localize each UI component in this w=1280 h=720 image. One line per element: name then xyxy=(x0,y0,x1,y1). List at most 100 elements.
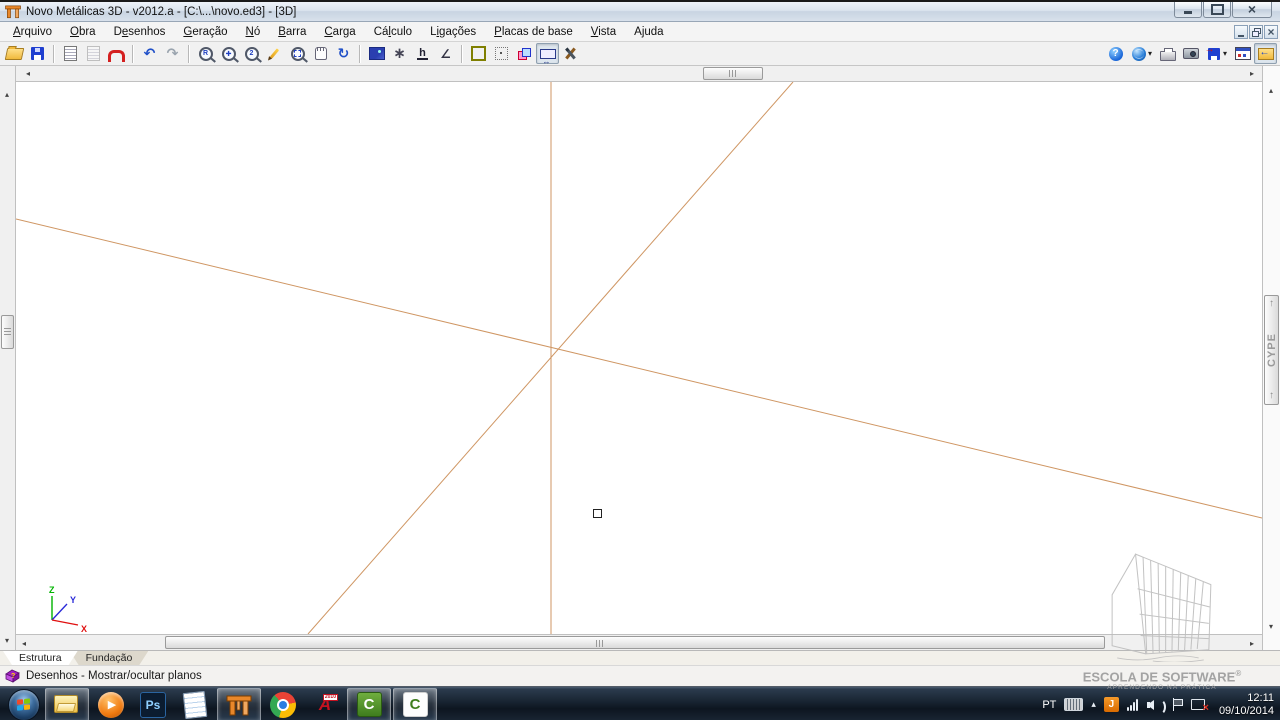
menu-placas-de-base[interactable]: Placas de base xyxy=(485,24,582,40)
taskbar-camtasia-studio-button[interactable]: C xyxy=(393,688,437,720)
close-icon xyxy=(1248,1,1256,19)
snap-button[interactable] xyxy=(105,43,128,64)
scroll-left-arrow[interactable] xyxy=(18,637,30,649)
language-indicator[interactable]: PT xyxy=(1042,699,1056,711)
help-button[interactable] xyxy=(1104,43,1127,64)
show-dimensions-button[interactable] xyxy=(536,43,559,64)
menu-no[interactable]: Nó xyxy=(237,24,270,40)
zoom-previous-button[interactable]: 2 xyxy=(240,43,263,64)
undo-button[interactable] xyxy=(138,43,161,64)
pan-button[interactable] xyxy=(309,43,332,64)
menu-geracao[interactable]: Geração xyxy=(174,24,236,40)
java-update-icon[interactable]: J xyxy=(1104,697,1119,712)
nodes-icon xyxy=(393,46,406,62)
menu-carga[interactable]: Carga xyxy=(315,24,364,40)
menu-barra[interactable]: Barra xyxy=(269,24,315,40)
tab-fundacao[interactable]: Fundação xyxy=(70,651,149,665)
system-tray: PT J 12:11 09/10/2014 xyxy=(1038,687,1280,720)
background-image-button[interactable] xyxy=(365,43,388,64)
scroll-down-arrow[interactable] xyxy=(1,634,13,646)
scroll-up-arrow[interactable] xyxy=(1,88,13,100)
redo-button[interactable] xyxy=(161,43,184,64)
menu-calculo[interactable]: Cálculo xyxy=(365,24,421,40)
toolbar-separator xyxy=(53,45,55,63)
save-button[interactable] xyxy=(26,43,49,64)
window-config-button[interactable] xyxy=(1231,43,1254,64)
redraw-button[interactable]: R xyxy=(194,43,217,64)
menu-desenhos[interactable]: Desenhos xyxy=(105,24,175,40)
notepad-icon xyxy=(183,690,208,718)
cype-scroll-thumb[interactable]: CYPE xyxy=(1264,295,1279,405)
online-services-button[interactable] xyxy=(1127,43,1150,64)
tools-button[interactable] xyxy=(559,43,582,64)
pencil-icon xyxy=(270,48,279,58)
redraw-icon: R xyxy=(199,47,213,61)
scroll-right-arrow[interactable] xyxy=(1246,637,1258,649)
close-button[interactable] xyxy=(1232,2,1272,18)
toolbar: R ✚ 2 xyxy=(0,42,1280,66)
scroll-down-arrow[interactable] xyxy=(1265,620,1277,632)
export-button[interactable] xyxy=(1202,43,1225,64)
action-center-flag-icon[interactable] xyxy=(1171,698,1183,712)
zoom-all-button[interactable]: ✚ xyxy=(217,43,240,64)
mdi-restore-button[interactable] xyxy=(1249,25,1263,39)
window-title: Novo Metálicas 3D - v2012.a - [C:\...\no… xyxy=(26,6,296,18)
taskbar-photoshop-button[interactable]: Ps xyxy=(133,688,173,720)
scroll-right-arrow[interactable] xyxy=(1246,67,1258,79)
menu-arquivo[interactable]: Arquivo xyxy=(4,24,61,40)
taskbar-chrome-button[interactable] xyxy=(263,688,303,720)
levels-button[interactable] xyxy=(411,43,434,64)
capture-button[interactable] xyxy=(1179,43,1202,64)
plane-outline-button[interactable] xyxy=(467,43,490,64)
nodes-button[interactable] xyxy=(388,43,411,64)
zoom-window-button[interactable] xyxy=(286,43,309,64)
scroll-left-arrow[interactable] xyxy=(22,67,34,79)
panel-toggle-button[interactable] xyxy=(1254,43,1277,64)
signal-strength-icon[interactable] xyxy=(1127,699,1139,711)
edit-button[interactable] xyxy=(263,43,286,64)
import-dxf-button[interactable] xyxy=(59,43,82,64)
volume-icon[interactable] xyxy=(1147,698,1163,712)
thumb-grip xyxy=(729,70,737,77)
taskbar-camtasia-recorder-button[interactable]: C xyxy=(347,688,391,720)
taskbar-metalicas3d-button[interactable] xyxy=(217,688,261,720)
maximize-button[interactable] xyxy=(1203,2,1231,18)
mdi-close-button[interactable] xyxy=(1264,25,1278,39)
layers-button[interactable] xyxy=(513,43,536,64)
scroll-up-arrow[interactable] xyxy=(1265,84,1277,96)
left-rotation-thumb[interactable] xyxy=(1,315,14,349)
mdi-minimize-button[interactable] xyxy=(1234,25,1248,39)
taskbar-media-player-button[interactable] xyxy=(91,688,131,720)
taskbar-autocad-button[interactable]: A2010 xyxy=(305,688,345,720)
tab-estrutura[interactable]: Estrutura xyxy=(3,651,78,665)
rotate-view-button[interactable] xyxy=(332,43,355,64)
thumb-grip xyxy=(596,640,604,647)
menu-obra[interactable]: Obra xyxy=(61,24,105,40)
start-button[interactable] xyxy=(4,688,44,720)
taskbar-notepad-button[interactable] xyxy=(175,688,215,720)
print-button[interactable] xyxy=(1156,43,1179,64)
reference-plane-button[interactable] xyxy=(490,43,513,64)
bottom-scroll-thumb[interactable] xyxy=(165,636,1105,649)
show-hidden-icons-button[interactable] xyxy=(1091,699,1096,710)
right-scrollbar[interactable]: CYPE xyxy=(1262,66,1280,650)
menu-vista[interactable]: Vista xyxy=(582,24,625,40)
left-rotation-bar[interactable] xyxy=(0,66,16,650)
bottom-scrollbar[interactable] xyxy=(16,634,1262,650)
export-dxf-button[interactable] xyxy=(82,43,105,64)
camtasia-studio-icon: C xyxy=(403,692,428,717)
network-disconnected-icon[interactable] xyxy=(1191,698,1209,712)
3d-viewport[interactable]: ZYX xyxy=(16,82,1262,634)
top-rotation-thumb[interactable] xyxy=(703,67,763,80)
taskbar-explorer-button[interactable] xyxy=(45,688,89,720)
keyboard-icon[interactable] xyxy=(1064,698,1083,711)
square-outline-icon xyxy=(471,46,486,61)
media-player-icon xyxy=(98,692,124,718)
menu-ligacoes[interactable]: Ligações xyxy=(421,24,485,40)
top-rotation-bar[interactable] xyxy=(16,66,1262,82)
dimension-button[interactable] xyxy=(434,43,457,64)
taskbar-clock[interactable]: 12:11 09/10/2014 xyxy=(1219,692,1274,718)
open-button[interactable] xyxy=(3,43,26,64)
menu-ajuda[interactable]: Ajuda xyxy=(625,24,672,40)
minimize-button[interactable] xyxy=(1174,2,1202,18)
